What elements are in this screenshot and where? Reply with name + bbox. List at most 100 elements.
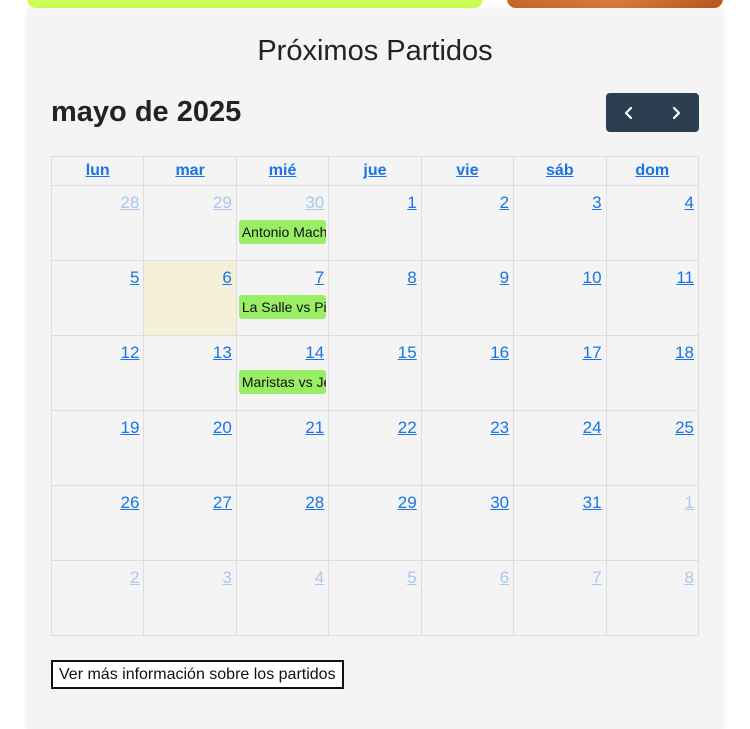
day-number-link[interactable]: 13 [213,343,232,363]
next-month-button[interactable] [653,93,700,132]
day-number-link[interactable]: 8 [407,268,416,288]
day-number-link[interactable]: 7 [315,268,324,288]
calendar-day-cell[interactable]: 7 La Salle vs Pinar [235,260,330,336]
weekday-link[interactable]: mar [175,162,204,179]
day-number-link[interactable]: 5 [130,268,139,288]
day-number-link[interactable]: 28 [305,493,324,513]
day-number-link[interactable]: 18 [675,343,694,363]
day-number-link[interactable]: 9 [500,268,509,288]
calendar-day-cell[interactable]: 31 [513,485,607,561]
calendar-day-cell[interactable]: 3 [143,560,237,636]
day-number-link[interactable]: 30 [490,493,509,513]
calendar-day-cell[interactable]: 26 [50,485,145,561]
calendar-day-cell[interactable]: 23 [420,410,515,486]
match-event[interactable]: Maristas vs Jesuitas [238,370,327,394]
day-number-link[interactable]: 7 [592,568,601,588]
calendar-day-cell[interactable]: 1 [328,185,422,261]
day-number-link[interactable]: 4 [685,193,694,213]
calendar-day-cell[interactable]: 12 [50,335,145,411]
calendar-day-cell[interactable]: 30 [420,485,515,561]
calendar-day-cell[interactable]: 29 [143,185,237,261]
calendar-day-cell[interactable]: 1 [605,485,700,561]
day-number-link[interactable]: 26 [121,493,140,513]
match-event[interactable]: La Salle vs Pinar [238,295,327,319]
calendar-day-cell[interactable]: 2 [420,185,515,261]
day-number-link[interactable]: 1 [407,193,416,213]
day-number-link[interactable]: 27 [213,493,232,513]
day-number-link[interactable]: 2 [500,193,509,213]
day-number-link[interactable]: 6 [500,568,509,588]
weekday-link[interactable]: jue [363,162,386,179]
day-number-link[interactable]: 20 [213,418,232,438]
calendar-day-cell[interactable]: 5 [328,560,422,636]
day-number-link[interactable]: 19 [121,418,140,438]
day-number-link[interactable]: 30 [305,193,324,213]
day-number-link[interactable]: 29 [398,493,417,513]
calendar-day-cell[interactable]: 25 [605,410,700,486]
calendar-day-cell[interactable]: 7 [513,560,607,636]
day-number-link[interactable]: 16 [490,343,509,363]
calendar-day-cell[interactable]: 16 [420,335,515,411]
weekday-link[interactable]: mié [269,162,297,179]
calendar-day-cell[interactable]: 4 [605,185,700,261]
calendar-week-row: 19 20 21 22 23 24 25 [50,410,700,486]
day-number-link[interactable]: 8 [685,568,694,588]
calendar-day-cell[interactable]: 29 [328,485,422,561]
day-number-link[interactable]: 3 [592,193,601,213]
calendar-day-cell[interactable]: 11 [605,260,700,336]
day-number-link[interactable]: 31 [583,493,602,513]
calendar-day-cell[interactable]: 18 [605,335,700,411]
calendar-day-cell[interactable]: 6 [420,560,515,636]
day-number-link[interactable]: 17 [583,343,602,363]
day-number-link[interactable]: 4 [315,568,324,588]
day-number-link[interactable]: 15 [398,343,417,363]
calendar-day-cell[interactable]: 8 [605,560,700,636]
day-number-link[interactable]: 12 [121,343,140,363]
day-number-link[interactable]: 10 [583,268,602,288]
calendar-day-cell[interactable]: 28 [50,185,145,261]
matches-calendar-card: Próximos Partidos mayo de 2025 lun mar mié… [27,9,723,729]
calendar-day-cell[interactable]: 5 [50,260,145,336]
calendar-day-cell[interactable]: 20 [143,410,237,486]
calendar-day-cell[interactable]: 10 [513,260,607,336]
day-number-link[interactable]: 24 [583,418,602,438]
calendar-day-cell[interactable]: 24 [513,410,607,486]
day-number-link[interactable]: 3 [222,568,231,588]
weekday-link[interactable]: sáb [546,162,574,179]
day-number-link[interactable]: 1 [685,493,694,513]
calendar-day-cell[interactable]: 28 [235,485,330,561]
day-number-link[interactable]: 29 [213,193,232,213]
day-number-link[interactable]: 2 [130,568,139,588]
calendar-day-cell[interactable]: 17 [513,335,607,411]
calendar-day-cell[interactable]: 6 [143,260,237,336]
calendar-day-cell[interactable]: 14 Maristas vs Jesuitas [235,335,330,411]
more-info-button[interactable]: Ver más información sobre los partidos [51,660,344,689]
calendar-day-cell[interactable]: 2 [50,560,145,636]
calendar-day-cell[interactable]: 13 [143,335,237,411]
calendar-day-cell[interactable]: 27 [143,485,237,561]
day-number-link[interactable]: 11 [676,268,694,288]
calendar-day-cell[interactable]: 9 [420,260,515,336]
calendar-day-cell[interactable]: 21 [235,410,330,486]
calendar-day-cell[interactable]: 8 [328,260,422,336]
day-number-link[interactable]: 6 [222,268,231,288]
weekday-link[interactable]: vie [456,162,478,179]
day-number-link[interactable]: 21 [305,418,324,438]
match-event[interactable]: Antonio Machado vs [238,220,327,244]
weekday-link[interactable]: lun [86,162,110,179]
calendar-day-cell[interactable]: 30 Antonio Machado vs [235,185,330,261]
day-number-link[interactable]: 22 [398,418,417,438]
calendar-day-cell[interactable]: 15 [328,335,422,411]
day-number-link[interactable]: 14 [305,343,324,363]
calendar-day-cell[interactable]: 4 [235,560,330,636]
weekday-link[interactable]: dom [635,162,669,179]
calendar-day-cell[interactable]: 22 [328,410,422,486]
day-number-link[interactable]: 23 [490,418,509,438]
calendar-week-row: 5 6 7 La Salle vs Pinar 8 9 10 11 [50,260,700,336]
day-number-link[interactable]: 25 [675,418,694,438]
day-number-link[interactable]: 5 [407,568,416,588]
calendar-day-cell[interactable]: 3 [513,185,607,261]
day-number-link[interactable]: 28 [121,193,140,213]
calendar-day-cell[interactable]: 19 [50,410,145,486]
prev-month-button[interactable] [606,93,653,132]
